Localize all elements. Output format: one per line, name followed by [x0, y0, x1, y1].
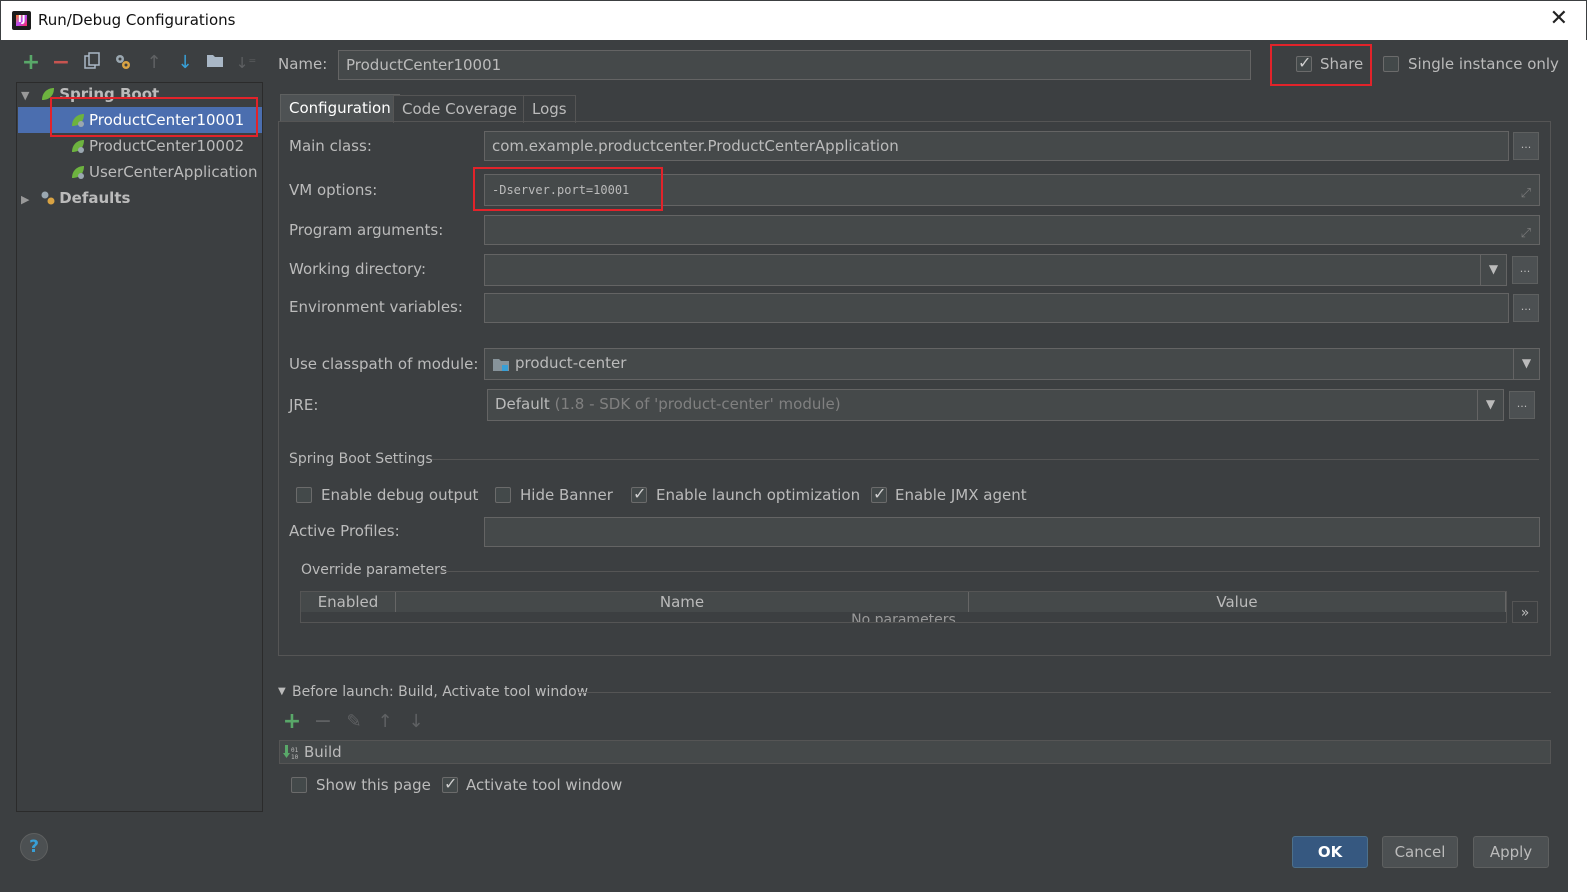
share-label[interactable]: Share: [1320, 55, 1363, 73]
expand-icon[interactable]: ⤢: [1521, 220, 1531, 244]
environment-variables-input[interactable]: [484, 293, 1509, 323]
spring-boot-icon: [42, 88, 55, 100]
move-up-icon[interactable]: ↑: [143, 52, 165, 74]
ok-button[interactable]: OK: [1292, 836, 1368, 868]
enable-jmx-agent-checkbox[interactable]: [871, 484, 887, 503]
collapse-arrow-icon[interactable]: ▼: [21, 83, 35, 109]
close-icon[interactable]: ✕: [1550, 6, 1568, 31]
tree-group-defaults[interactable]: ▶ Defaults: [21, 185, 130, 211]
remove-task-icon[interactable]: −: [313, 711, 333, 733]
folder-icon[interactable]: [204, 52, 226, 74]
enable-debug-output-checkbox[interactable]: [296, 487, 312, 503]
spring-boot-icon: [72, 166, 84, 179]
show-this-page-checkbox[interactable]: [291, 777, 307, 793]
expand-table-icon[interactable]: »: [1512, 601, 1538, 623]
move-down-icon[interactable]: ↓: [174, 52, 196, 74]
browse-jre-button[interactable]: ...: [1509, 391, 1535, 419]
browse-working-directory-button[interactable]: ...: [1512, 256, 1538, 284]
apply-button[interactable]: Apply: [1473, 836, 1549, 868]
empty-table-text: No parameters: [851, 612, 956, 623]
add-icon[interactable]: +: [20, 52, 42, 74]
task-row-build[interactable]: 01 10 Build: [279, 740, 1551, 764]
vm-options-label: VM options:: [289, 181, 378, 199]
working-directory-combo[interactable]: ▼: [484, 254, 1507, 286]
tree-item-productcenter10002[interactable]: ProductCenter10002: [18, 133, 244, 159]
classpath-module-label: Use classpath of module:: [289, 355, 479, 373]
enable-launch-optimization-label[interactable]: Enable launch optimization: [656, 486, 860, 504]
jre-combo[interactable]: Default (1.8 - SDK of 'product-center' m…: [487, 389, 1504, 421]
section-separator: [578, 692, 1551, 693]
active-profiles-label: Active Profiles:: [289, 522, 400, 540]
window-titlebar: IJ Run/Debug Configurations ✕: [0, 0, 1587, 40]
expand-arrow-icon[interactable]: ▶: [21, 187, 35, 213]
environment-variables-label: Environment variables:: [289, 298, 463, 316]
tab-logs[interactable]: Logs: [523, 95, 576, 123]
single-instance-label[interactable]: Single instance only: [1408, 55, 1559, 73]
svg-text:10: 10: [291, 754, 299, 760]
program-arguments-label: Program arguments:: [289, 221, 444, 239]
configuration-tree[interactable]: ▼ Spring Boot ProductCenter10001 Product…: [16, 82, 263, 812]
column-header-name[interactable]: Name: [396, 592, 969, 612]
name-input[interactable]: ProductCenter10001: [338, 50, 1251, 80]
jre-label: JRE:: [289, 396, 319, 414]
activate-tool-window-checkbox[interactable]: [442, 774, 458, 793]
tree-item-usercenterapplication[interactable]: UserCenterApplication: [18, 159, 258, 185]
main-class-input[interactable]: com.example.productcenter.ProductCenterA…: [484, 131, 1509, 161]
spring-boot-icon: [72, 114, 84, 127]
tree-item-productcenter10001[interactable]: ProductCenter10001: [18, 107, 262, 133]
module-folder-icon: [493, 359, 509, 371]
vm-options-input[interactable]: -Dserver.port=10001 ⤢: [484, 174, 1540, 206]
override-parameters-table[interactable]: Enabled Name Value No parameters: [300, 591, 1507, 623]
collapse-arrow-icon[interactable]: ▼: [278, 686, 286, 697]
tree-group-spring-boot[interactable]: ▼ Spring Boot: [21, 81, 159, 107]
add-task-icon[interactable]: +: [282, 711, 302, 733]
build-icon: 0110: [283, 745, 299, 760]
cancel-button[interactable]: Cancel: [1382, 836, 1458, 868]
active-profiles-input[interactable]: [484, 517, 1540, 547]
spring-boot-settings-title: Spring Boot Settings: [289, 451, 433, 467]
spring-boot-icon: [72, 140, 84, 153]
activate-tool-window-label[interactable]: Activate tool window: [466, 776, 622, 794]
edit-environment-variables-button[interactable]: ...: [1513, 294, 1539, 322]
hide-banner-checkbox[interactable]: [495, 487, 511, 503]
column-header-value[interactable]: Value: [969, 592, 1506, 612]
hide-banner-label[interactable]: Hide Banner: [520, 486, 613, 504]
tab-code-coverage[interactable]: Code Coverage: [393, 95, 527, 123]
intellij-app-icon: IJ: [12, 11, 31, 30]
enable-launch-optimization-checkbox[interactable]: [631, 484, 647, 503]
program-arguments-input[interactable]: ⤢: [484, 215, 1540, 245]
share-checkbox[interactable]: [1296, 53, 1312, 72]
show-this-page-label[interactable]: Show this page: [316, 776, 431, 794]
before-launch-title[interactable]: Before launch: Build, Activate tool wind…: [292, 684, 588, 700]
svg-text:01: 01: [291, 747, 299, 754]
section-separator: [440, 571, 1539, 572]
main-class-label: Main class:: [289, 137, 372, 155]
help-icon[interactable]: ?: [20, 833, 48, 861]
chevron-down-icon[interactable]: ▼: [1477, 390, 1503, 420]
edit-task-icon[interactable]: ✎: [344, 712, 364, 732]
chevron-down-icon[interactable]: ▼: [1480, 255, 1506, 285]
chevron-down-icon[interactable]: ▼: [1513, 349, 1539, 379]
tab-configuration[interactable]: Configuration: [280, 94, 400, 122]
move-task-down-icon[interactable]: ↓: [406, 712, 426, 732]
enable-jmx-agent-label[interactable]: Enable JMX agent: [895, 486, 1027, 504]
column-header-enabled[interactable]: Enabled: [301, 592, 396, 612]
single-instance-checkbox[interactable]: [1383, 56, 1399, 72]
section-separator: [432, 459, 1539, 460]
remove-icon[interactable]: −: [50, 52, 72, 74]
browse-main-class-button[interactable]: ...: [1513, 132, 1539, 160]
edit-defaults-icon[interactable]: [112, 52, 134, 74]
enable-debug-output-label[interactable]: Enable debug output: [321, 486, 478, 504]
sort-icon[interactable]: ↓⁼: [235, 52, 257, 74]
classpath-module-combo[interactable]: product-center ▼: [484, 348, 1540, 380]
move-task-up-icon[interactable]: ↑: [375, 712, 395, 732]
working-directory-label: Working directory:: [289, 260, 427, 278]
defaults-icon: [41, 191, 55, 205]
name-label: Name:: [278, 55, 328, 73]
expand-icon[interactable]: ⤢: [1521, 179, 1531, 205]
copy-icon[interactable]: [81, 52, 103, 74]
window-title: Run/Debug Configurations: [38, 11, 236, 29]
override-parameters-title: Override parameters: [301, 562, 448, 578]
